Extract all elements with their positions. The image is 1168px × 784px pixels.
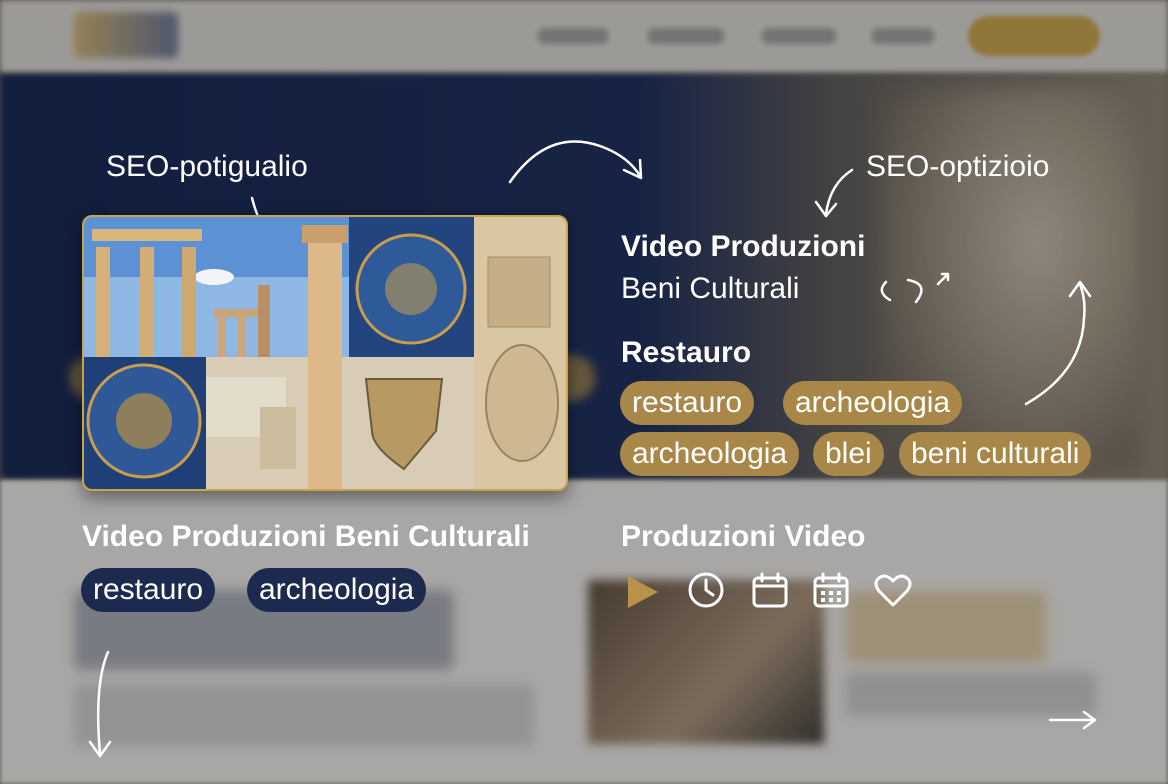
arrow-up-right [1024,280,1092,406]
scribble-mark [880,272,950,304]
calendar-icon[interactable] [750,570,790,610]
calendar-grid-icon[interactable] [811,570,851,610]
tag-chip[interactable]: archeologia [620,432,800,476]
section-title-restauro: Restauro [621,336,752,369]
arrow-right [1048,710,1097,730]
arrow-curve-top [508,140,643,184]
heart-icon[interactable] [873,570,913,610]
tag-chip[interactable]: blei [813,432,884,476]
tag-chip[interactable]: beni culturali [899,432,1092,476]
feature-title: Video Produzioni [621,230,866,263]
arrow-down-left [88,650,112,758]
card-tag-chip[interactable]: restauro [81,568,216,612]
play-icon[interactable] [622,572,662,612]
clock-icon[interactable] [686,570,726,610]
annotation-left: SEO-potigualio [106,150,308,183]
annotation-right: SEO-optizioio [866,150,1050,183]
card-title: Video Produzioni Beni Culturali [82,520,530,553]
arrow-to-feature [814,168,854,218]
tag-chip[interactable]: archeologia [783,381,963,425]
media-title: Produzioni Video [621,520,866,553]
feature-subtitle: Beni Culturali [621,272,800,305]
card-tag-chip[interactable]: archeologia [247,568,427,612]
heritage-collage-image [82,215,568,491]
tag-chip[interactable]: restauro [620,381,755,425]
